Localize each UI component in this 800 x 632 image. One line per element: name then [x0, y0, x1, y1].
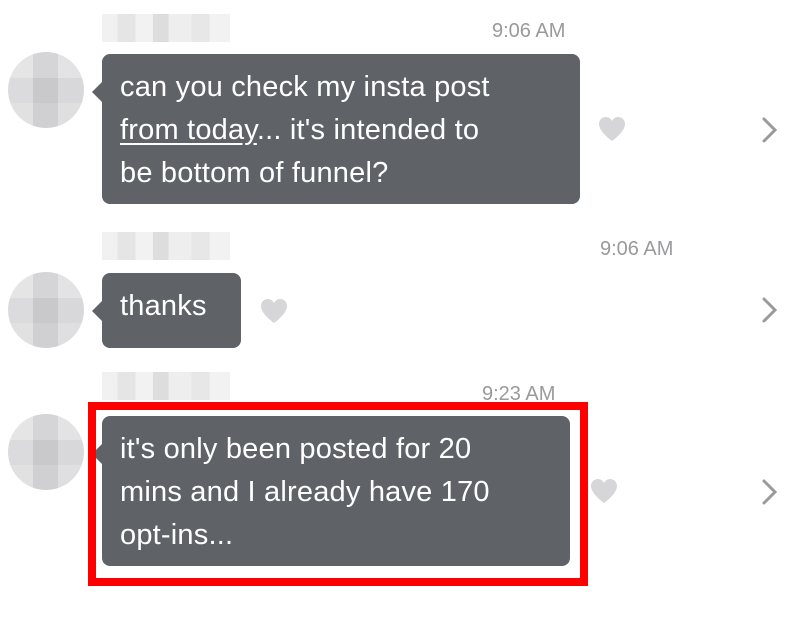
bubble-tail: [92, 82, 102, 102]
sender-name-redacted: [102, 372, 230, 400]
message-bubble[interactable]: can you check my insta post from today..…: [92, 54, 580, 204]
message-bubble[interactable]: thanks: [92, 273, 241, 348]
avatar[interactable]: [8, 272, 84, 348]
chevron-right-icon[interactable]: [760, 296, 780, 324]
message-text: ... it's intended to: [256, 114, 480, 146]
heart-icon[interactable]: [260, 298, 288, 324]
avatar[interactable]: [8, 414, 84, 490]
chevron-right-icon[interactable]: [760, 116, 780, 144]
message-line: be bottom of funnel?: [120, 157, 389, 189]
avatar[interactable]: [8, 52, 84, 128]
message-text: thanks: [120, 290, 207, 322]
sender-name-redacted: [102, 14, 230, 42]
highlight-box: [88, 402, 588, 586]
chevron-right-icon[interactable]: [760, 478, 780, 506]
sender-name-redacted: [102, 232, 230, 260]
message-timestamp: 9:06 AM: [492, 20, 566, 42]
message-line: can you check my insta post: [120, 71, 490, 103]
bubble-tail: [92, 301, 102, 321]
message-timestamp: 9:06 AM: [600, 238, 674, 260]
message-line: from today... it's intended to: [120, 109, 562, 152]
heart-icon[interactable]: [598, 116, 626, 142]
post-link[interactable]: from today: [120, 114, 257, 146]
heart-icon[interactable]: [590, 478, 618, 504]
